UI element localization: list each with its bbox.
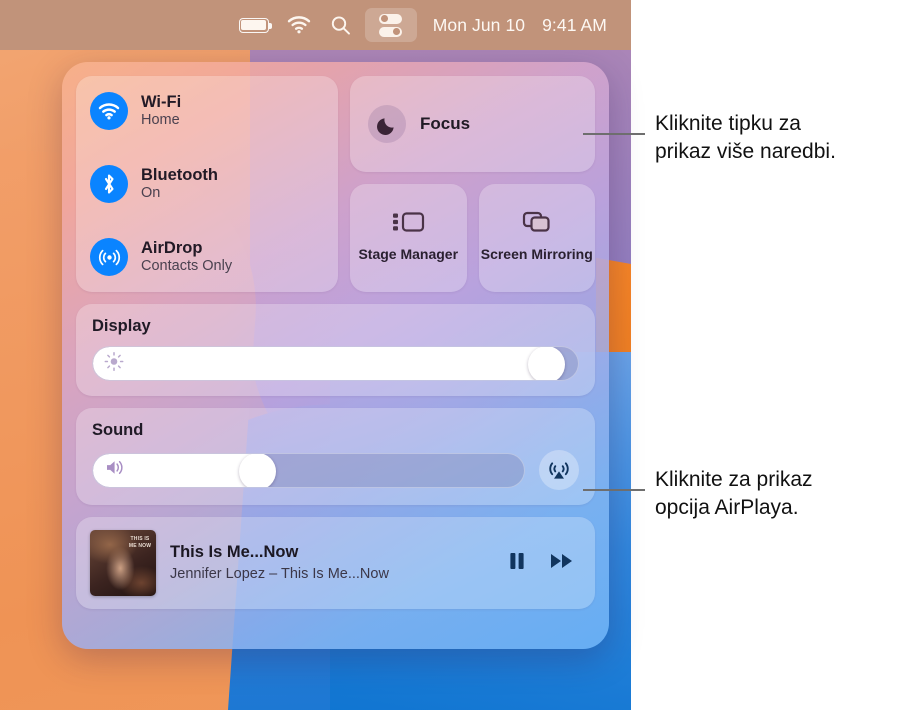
moon-icon bbox=[368, 105, 406, 143]
display-card: Display bbox=[76, 304, 595, 396]
connectivity-status: Contacts Only bbox=[141, 258, 233, 275]
connectivity-item-wifi[interactable]: Wi-Fi Home bbox=[90, 92, 324, 130]
now-playing-title: This Is Me...Now bbox=[170, 543, 299, 562]
wifi-icon[interactable] bbox=[277, 8, 321, 42]
stage-manager-button[interactable]: Stage Manager bbox=[350, 184, 467, 292]
airdrop-icon bbox=[90, 238, 128, 276]
display-label: Display bbox=[92, 317, 151, 335]
callout-leader-line-2 bbox=[583, 489, 645, 491]
connectivity-title: Bluetooth bbox=[141, 165, 218, 184]
now-playing-subtitle: Jennifer Lopez – This Is Me...Now bbox=[170, 565, 389, 582]
screen-mirroring-button[interactable]: Screen Mirroring bbox=[478, 184, 595, 292]
screen-mirroring-label: Screen Mirroring bbox=[480, 246, 593, 263]
wifi-icon bbox=[90, 92, 128, 130]
sound-label: Sound bbox=[92, 421, 144, 439]
focus-label: Focus bbox=[420, 114, 471, 133]
speaker-icon bbox=[104, 459, 126, 482]
screen-mirroring-icon bbox=[520, 209, 554, 240]
control-center-right-column: Focus Stage Manager Screen Mirroring bbox=[350, 76, 595, 292]
search-icon[interactable] bbox=[321, 8, 361, 42]
battery-icon[interactable] bbox=[231, 8, 277, 42]
callout-text: Kliknite tipku za prikaz više naredbi. bbox=[655, 112, 836, 163]
display-brightness-slider[interactable] bbox=[92, 346, 579, 381]
sound-card: Sound bbox=[76, 408, 595, 505]
callout-text: Kliknite za prikaz opcija AirPlaya. bbox=[655, 468, 813, 519]
connectivity-title: AirDrop bbox=[141, 238, 203, 257]
connectivity-title: Wi-Fi bbox=[141, 92, 182, 111]
callout-leader-line-1 bbox=[583, 133, 645, 135]
connectivity-status: Home bbox=[141, 112, 180, 129]
connectivity-item-airdrop[interactable]: AirDrop Contacts Only bbox=[90, 238, 324, 276]
connectivity-status: On bbox=[141, 185, 161, 202]
album-artwork-text: THIS IS ME NOW bbox=[128, 536, 152, 549]
menu-bar-clock[interactable]: Mon Jun 10 9:41 AM bbox=[433, 15, 607, 36]
bluetooth-icon bbox=[90, 165, 128, 203]
control-center-tiles: Stage Manager Screen Mirroring bbox=[350, 184, 595, 292]
connectivity-card: Wi-Fi Home Bluetooth On AirDrop Contacts… bbox=[76, 76, 338, 292]
callout-1: Kliknite tipku za prikaz više naredbi. bbox=[655, 110, 915, 165]
airplay-button[interactable] bbox=[539, 450, 579, 490]
control-center-panel: Wi-Fi Home Bluetooth On AirDrop Contacts… bbox=[62, 62, 609, 649]
connectivity-item-bluetooth[interactable]: Bluetooth On bbox=[90, 165, 324, 203]
display-slider-knob[interactable] bbox=[527, 347, 565, 380]
menu-bar-time: 9:41 AM bbox=[542, 14, 607, 35]
pause-icon[interactable] bbox=[507, 550, 527, 577]
control-center-icon[interactable] bbox=[364, 8, 417, 42]
brightness-icon bbox=[104, 351, 124, 376]
album-artwork[interactable]: THIS IS ME NOW bbox=[90, 530, 156, 596]
stage-manager-icon bbox=[390, 209, 426, 240]
now-playing-card: THIS IS ME NOW This Is Me...Now Jennifer… bbox=[76, 517, 595, 609]
focus-button[interactable]: Focus bbox=[350, 76, 595, 172]
sound-slider-knob[interactable] bbox=[238, 453, 276, 487]
stage-manager-label: Stage Manager bbox=[358, 246, 459, 263]
menu-bar: Mon Jun 10 9:41 AM bbox=[0, 0, 631, 50]
sound-volume-slider[interactable] bbox=[92, 452, 525, 488]
control-center-row-top: Wi-Fi Home Bluetooth On AirDrop Contacts… bbox=[76, 76, 595, 292]
fast-forward-icon[interactable] bbox=[549, 550, 575, 577]
callout-2: Kliknite za prikaz opcija AirPlaya. bbox=[655, 466, 915, 521]
menu-bar-date: Mon Jun 10 bbox=[432, 14, 526, 35]
